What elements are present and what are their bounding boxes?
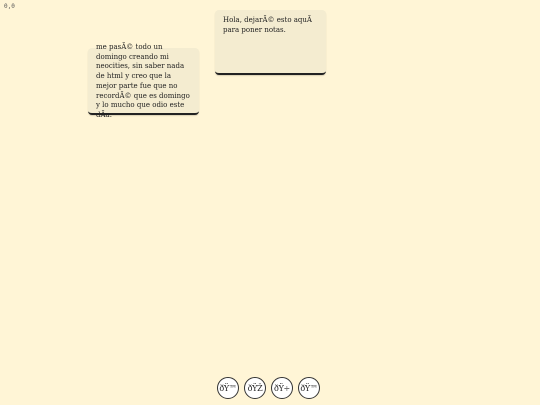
sticky-note[interactable]: me pasÃ© todo un domingo creando mi neoc… [88,43,199,119]
sticky-note[interactable]: Hola, dejarÃ© esto aquÃ­ para poner nota… [215,10,326,75]
tool-1-icon[interactable]: ðŸ™ [217,377,239,399]
tool-3-icon[interactable]: ðŸ÷ [271,377,293,399]
bottom-toolbar: ðŸ™ ðŸŽ ðŸ÷ ðŸ™ [217,377,320,399]
note-text[interactable]: me pasÃ© todo un domingo creando mi neoc… [96,43,191,121]
cursor-coordinates: 0,0 [4,3,15,10]
tool-2-icon[interactable]: ðŸŽ [244,377,266,399]
tool-4-icon[interactable]: ðŸ™ [298,377,320,399]
note-text[interactable]: Hola, dejarÃ© esto aquÃ­ para poner nota… [223,16,318,35]
